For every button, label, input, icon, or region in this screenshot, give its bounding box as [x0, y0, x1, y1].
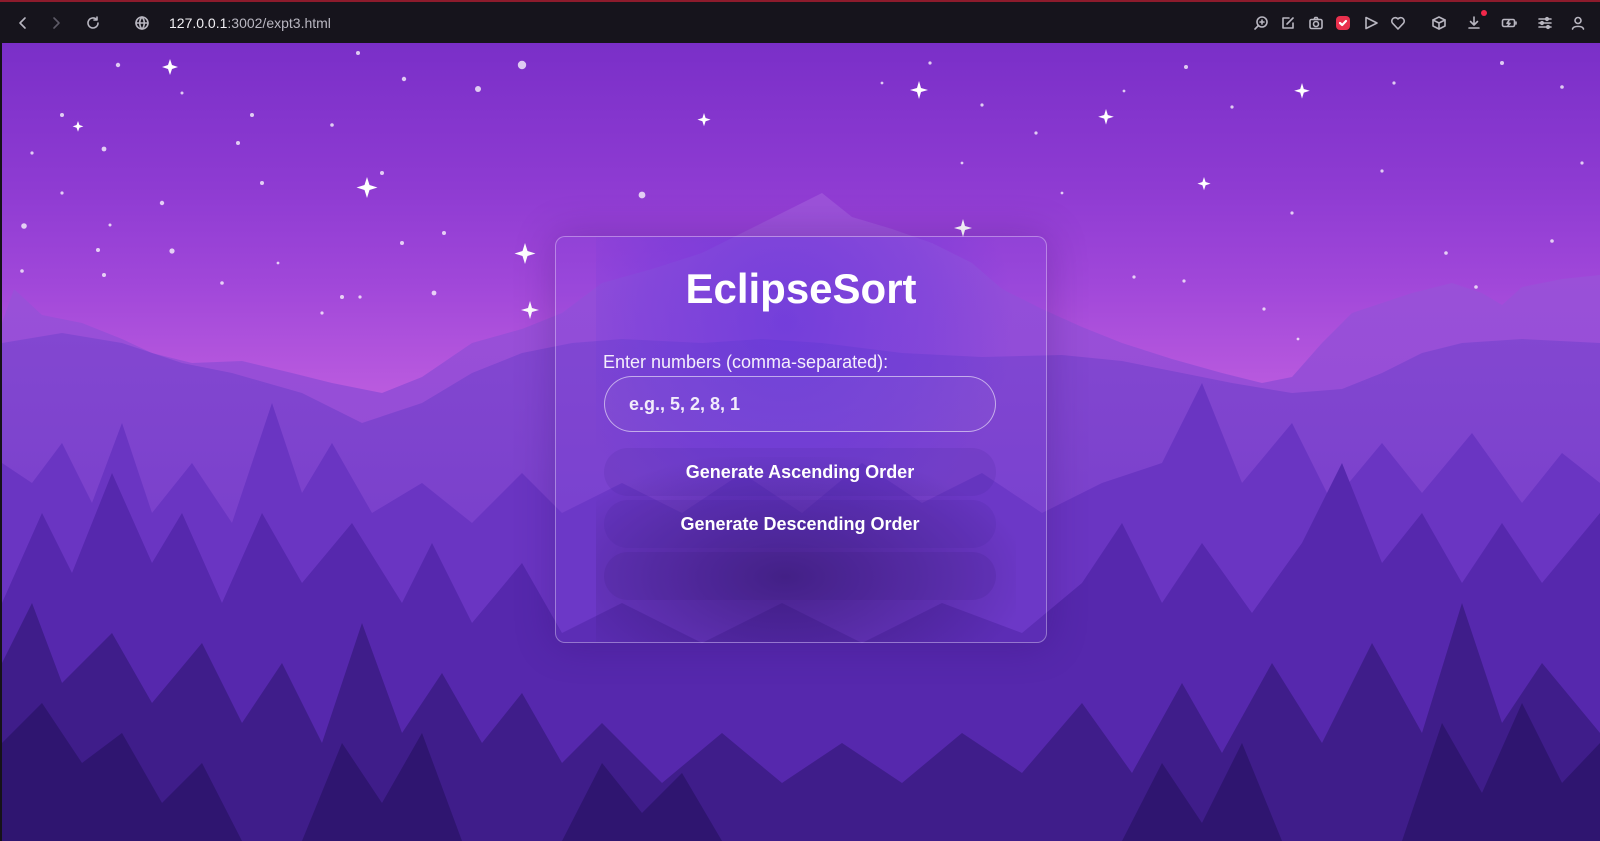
heart-icon[interactable]	[1387, 12, 1409, 34]
download-badge	[1481, 10, 1487, 16]
numbers-input-label: Enter numbers (comma-separated):	[603, 352, 889, 372]
descending-button[interactable]: Generate Descending Order	[604, 500, 996, 548]
download-icon[interactable]	[1463, 10, 1487, 34]
zoom-icon[interactable]	[1250, 12, 1272, 34]
ascending-button[interactable]: Generate Ascending Order	[604, 448, 996, 496]
forward-icon[interactable]	[45, 12, 67, 34]
address-bar[interactable]: 127.0.0.1:3002/expt3.html	[169, 15, 331, 31]
url-path: :3002/expt3.html	[227, 15, 331, 31]
sort-card: EclipseSort Enter numbers (comma-separat…	[555, 236, 1047, 643]
numbers-input[interactable]	[604, 376, 996, 432]
url-host: 127.0.0.1	[169, 15, 228, 31]
page-viewport: EclipseSort Enter numbers (comma-separat…	[2, 43, 1600, 841]
shield-ext-icon[interactable]	[1332, 12, 1354, 34]
reload-icon[interactable]	[82, 12, 104, 34]
box-icon[interactable]	[1428, 12, 1450, 34]
back-icon[interactable]	[12, 12, 34, 34]
edit-icon[interactable]	[1277, 12, 1299, 34]
send-icon[interactable]	[1360, 12, 1382, 34]
camera-icon[interactable]	[1305, 12, 1327, 34]
browser-toolbar: 127.0.0.1:3002/expt3.html	[0, 0, 1600, 43]
site-info-icon[interactable]	[131, 12, 153, 34]
settings-icon[interactable]	[1534, 12, 1556, 34]
profile-icon[interactable]	[1567, 12, 1589, 34]
result-output	[604, 552, 996, 600]
battery-icon[interactable]	[1498, 12, 1520, 34]
app-title: EclipseSort	[685, 265, 917, 312]
